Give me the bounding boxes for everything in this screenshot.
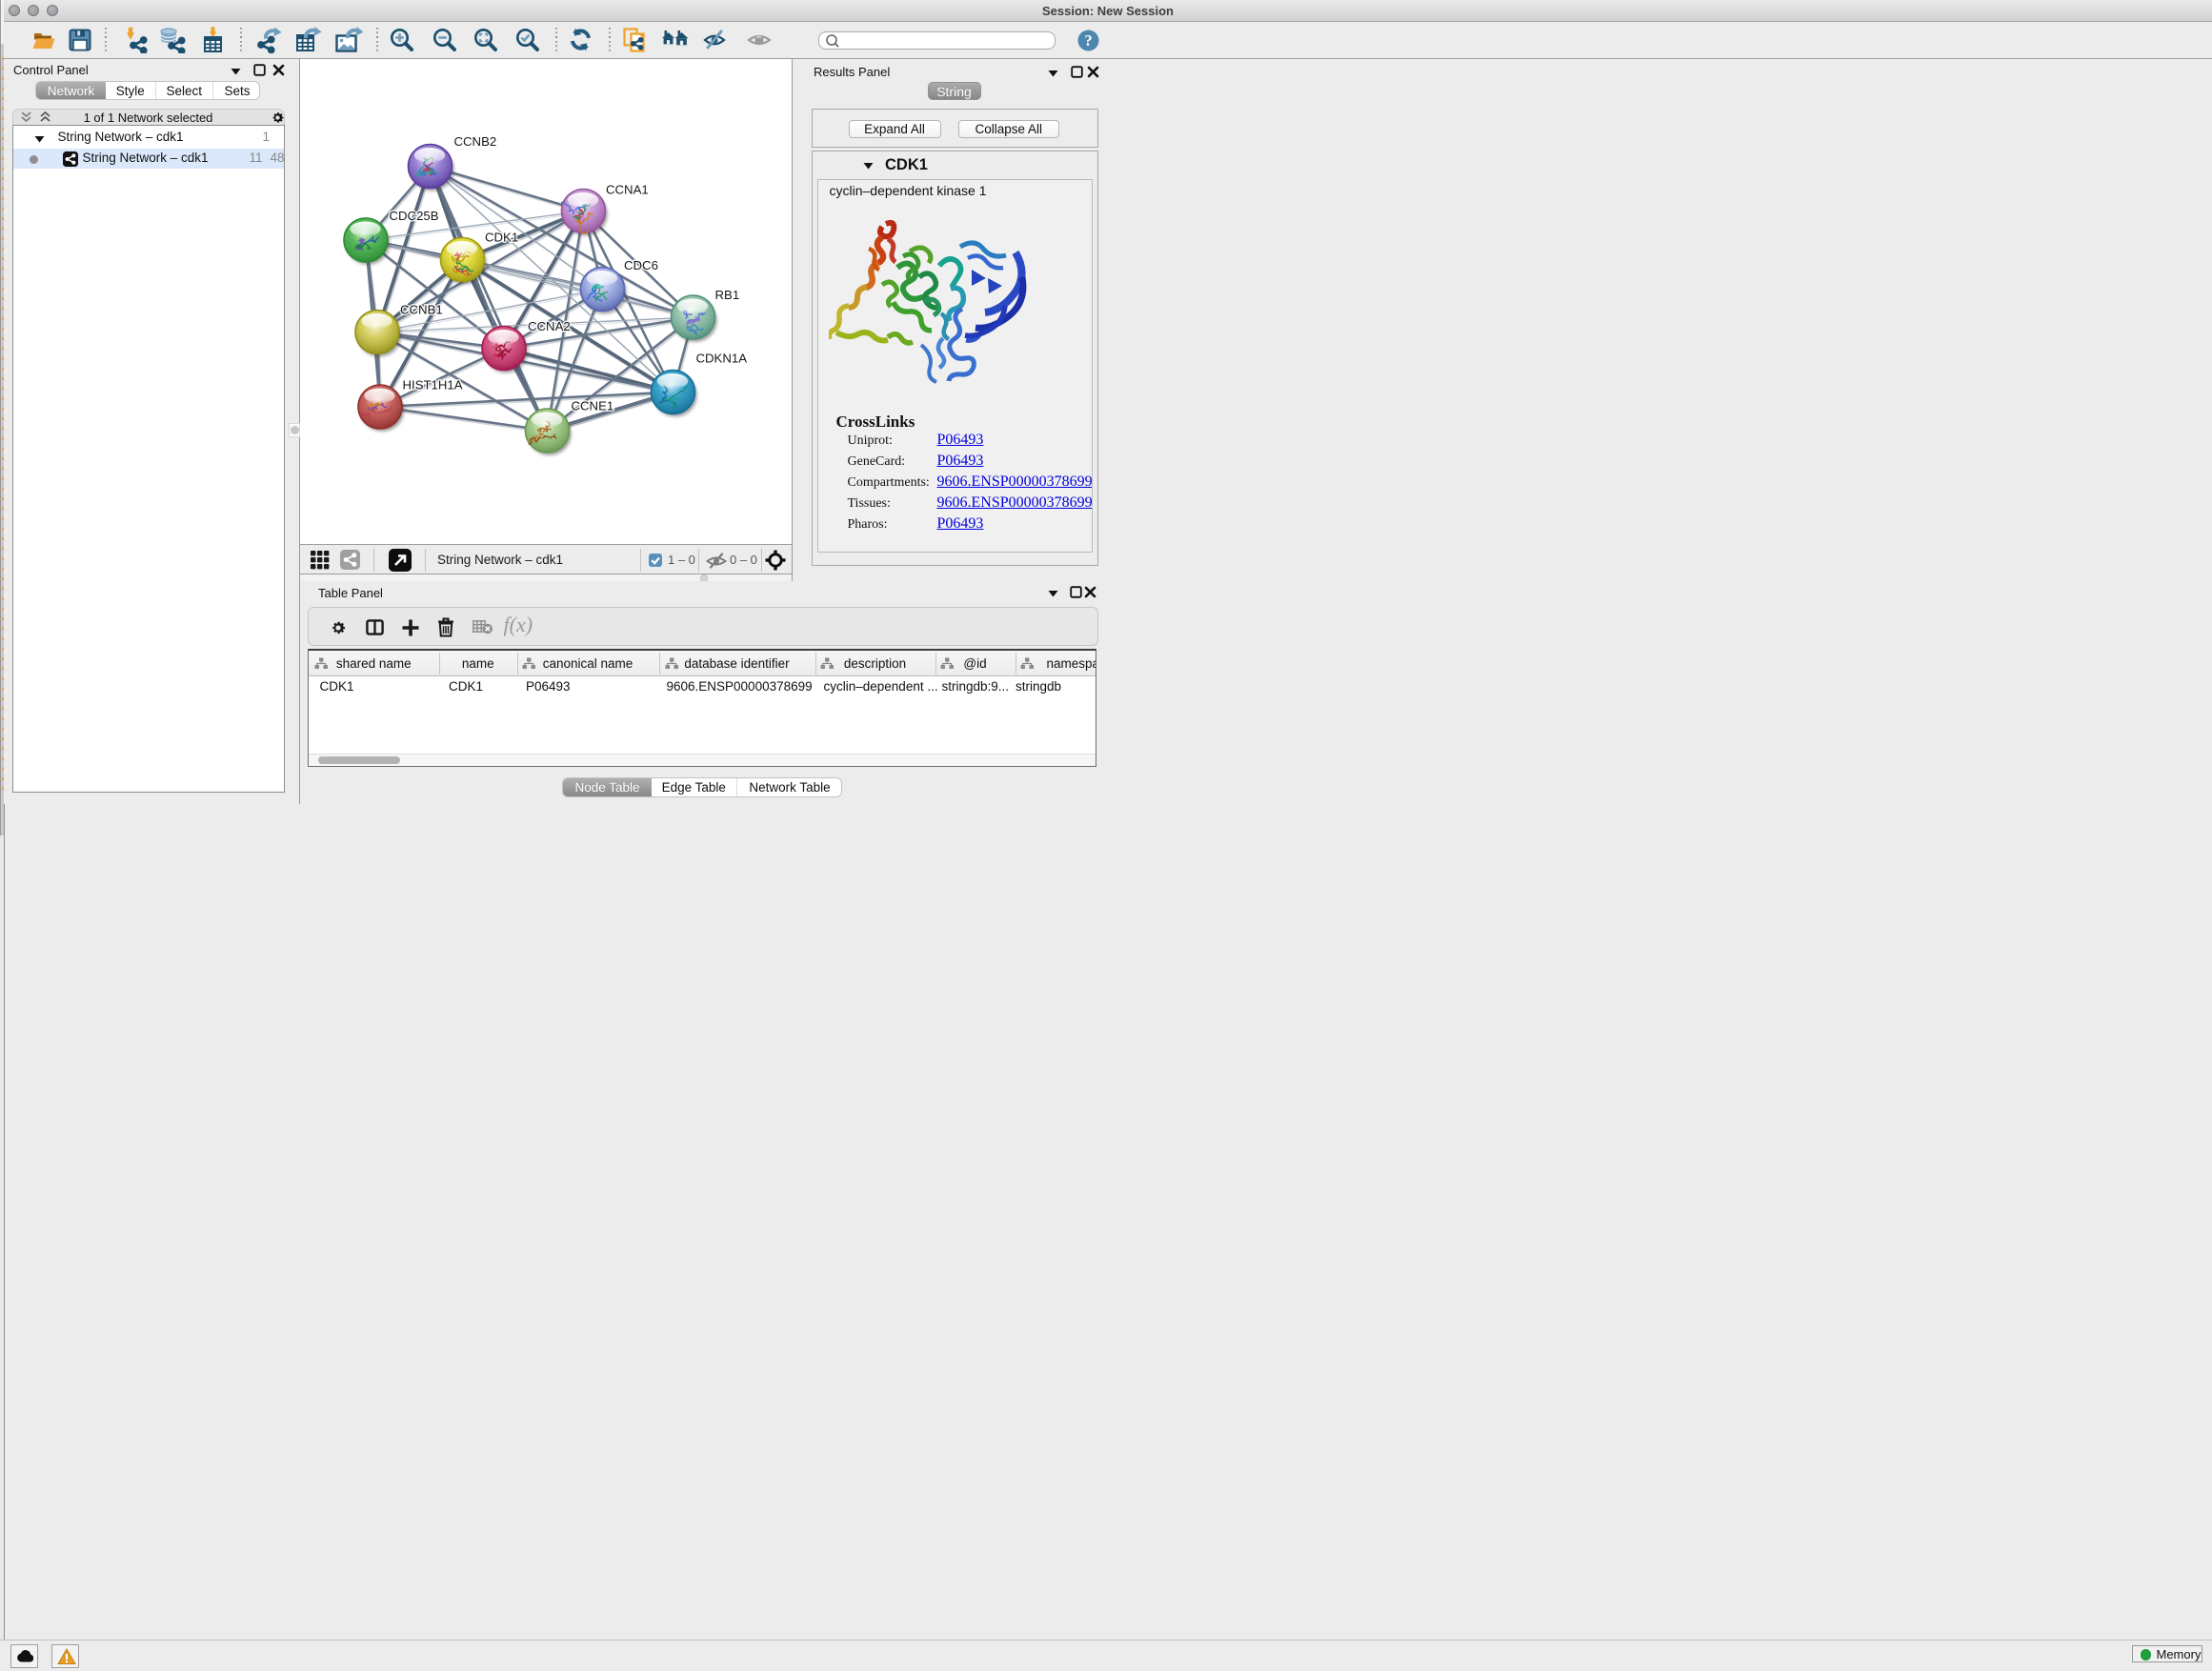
svg-text:?: ? <box>1084 31 1092 50</box>
svg-text:HIST1H1A: HIST1H1A <box>402 378 462 393</box>
svg-text:CCNA1: CCNA1 <box>606 183 649 197</box>
svg-text:CDC6: CDC6 <box>624 258 658 272</box>
svg-text:CDKN1A: CDKN1A <box>695 352 747 366</box>
svg-text:CCNA2: CCNA2 <box>528 319 571 333</box>
svg-text:RB1: RB1 <box>714 288 739 302</box>
svg-text:CCNB2: CCNB2 <box>453 134 496 149</box>
svg-text:CCNE1: CCNE1 <box>571 399 613 413</box>
svg-text:CCNB1: CCNB1 <box>400 303 443 317</box>
svg-text:CDC25B: CDC25B <box>389 209 438 223</box>
svg-text:CDK1: CDK1 <box>485 231 518 245</box>
